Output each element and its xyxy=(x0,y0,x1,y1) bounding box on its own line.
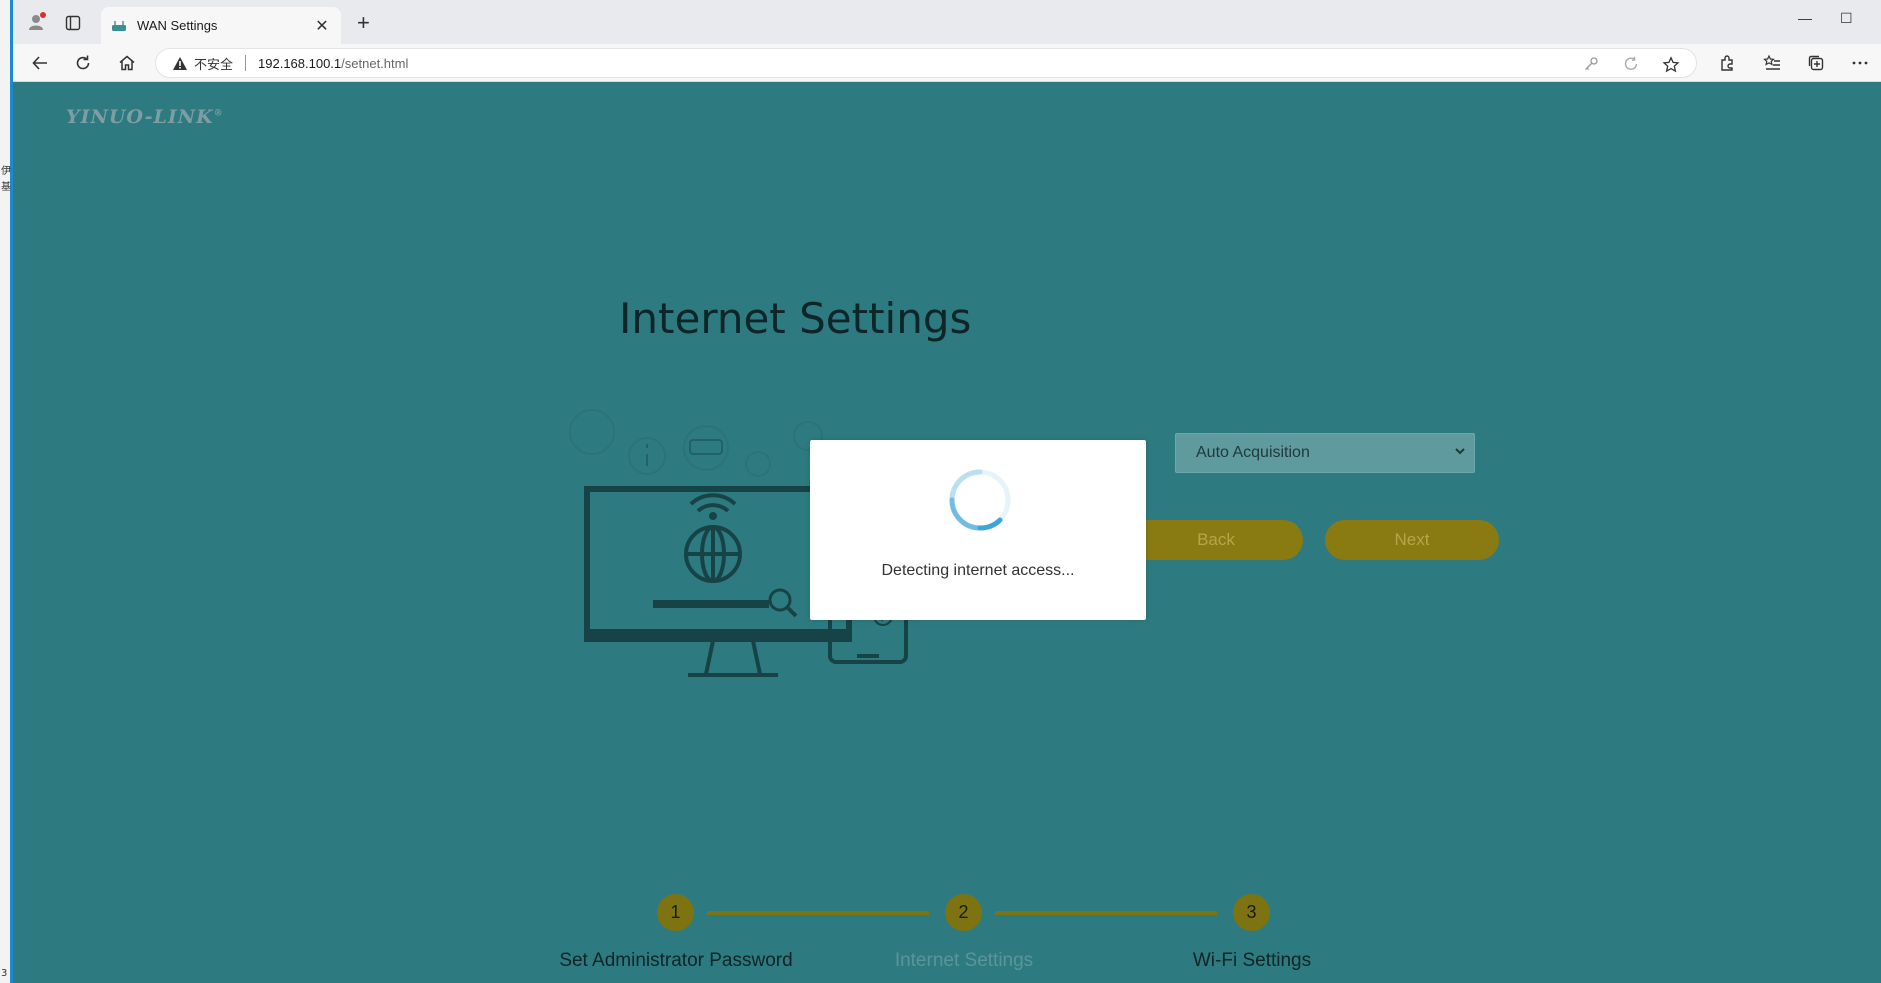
minimize-button[interactable]: — xyxy=(1798,10,1812,26)
chevron-down-icon xyxy=(1454,444,1466,460)
password-key-icon[interactable] xyxy=(1583,56,1599,77)
browser-toolbar: 不安全 192.168.100.1/setnet.html xyxy=(13,44,1881,82)
back-button[interactable]: Back xyxy=(1129,520,1303,560)
wan-mode-select[interactable]: Auto Acquisition xyxy=(1175,433,1475,473)
page-title: Internet Settings xyxy=(619,294,972,343)
tab-title: WAN Settings xyxy=(137,18,218,33)
loading-message: Detecting internet access... xyxy=(881,562,1075,579)
desktop-glyph: 3 xyxy=(1,968,8,979)
desktop-edge: 伊 基 3 xyxy=(0,0,13,983)
step-1-dot: 1 xyxy=(657,894,694,931)
brand-logo: YINUO-LINK® xyxy=(66,106,224,128)
extensions-icon[interactable] xyxy=(1716,52,1738,74)
back-arrow-icon[interactable] xyxy=(29,52,51,74)
registered-mark: ® xyxy=(213,108,224,119)
step-2-dot: 2 xyxy=(945,894,982,931)
home-icon[interactable] xyxy=(116,52,138,74)
translate-icon[interactable] xyxy=(1623,56,1639,77)
logo-text: YINUO-LINK xyxy=(66,106,214,128)
favorites-list-icon[interactable] xyxy=(1761,52,1783,74)
favorite-star-icon[interactable] xyxy=(1662,56,1680,79)
wan-mode-value: Auto Acquisition xyxy=(1196,444,1310,461)
warning-icon[interactable] xyxy=(172,56,188,71)
collections-icon[interactable] xyxy=(1805,52,1827,74)
desktop-glyph: 伊 xyxy=(1,166,11,177)
browser-chrome: WAN Settings ✕ + — ☐ 不安全 192.168.100.1/s… xyxy=(13,0,1881,82)
profile-icon[interactable] xyxy=(27,12,47,37)
reload-icon[interactable] xyxy=(72,52,94,74)
tab-wan-settings[interactable]: WAN Settings ✕ xyxy=(101,7,341,44)
step-3-label: Wi-Fi Settings xyxy=(1192,950,1312,971)
step-2-label: Internet Settings xyxy=(894,950,1034,971)
router-favicon-icon xyxy=(111,20,127,32)
url-path: /setnet.html xyxy=(341,55,409,71)
step-connector xyxy=(995,911,1217,915)
security-label[interactable]: 不安全 xyxy=(194,54,233,73)
step-connector xyxy=(707,911,929,915)
loading-dialog: Detecting internet access... xyxy=(810,440,1146,620)
next-button[interactable]: Next xyxy=(1325,520,1499,560)
tab-close-icon[interactable]: ✕ xyxy=(313,16,331,36)
router-setup-page: YINUO-LINK® Internet Settings Auto Acqui… xyxy=(13,82,1881,983)
step-1-label: Set Administrator Password xyxy=(559,950,793,971)
loading-spinner-icon xyxy=(948,468,1012,532)
address-separator xyxy=(245,55,247,71)
more-menu-icon[interactable] xyxy=(1849,52,1871,74)
step-3-dot: 3 xyxy=(1233,894,1270,931)
maximize-button[interactable]: ☐ xyxy=(1840,10,1853,27)
address-bar[interactable]: 不安全 192.168.100.1/setnet.html xyxy=(155,48,1697,78)
tab-actions-icon[interactable] xyxy=(65,15,81,36)
desktop-glyph: 基 xyxy=(1,182,11,193)
tab-strip: WAN Settings ✕ + — ☐ xyxy=(13,0,1881,44)
new-tab-button[interactable]: + xyxy=(357,12,370,34)
url-host: 192.168.100.1 xyxy=(258,55,342,71)
